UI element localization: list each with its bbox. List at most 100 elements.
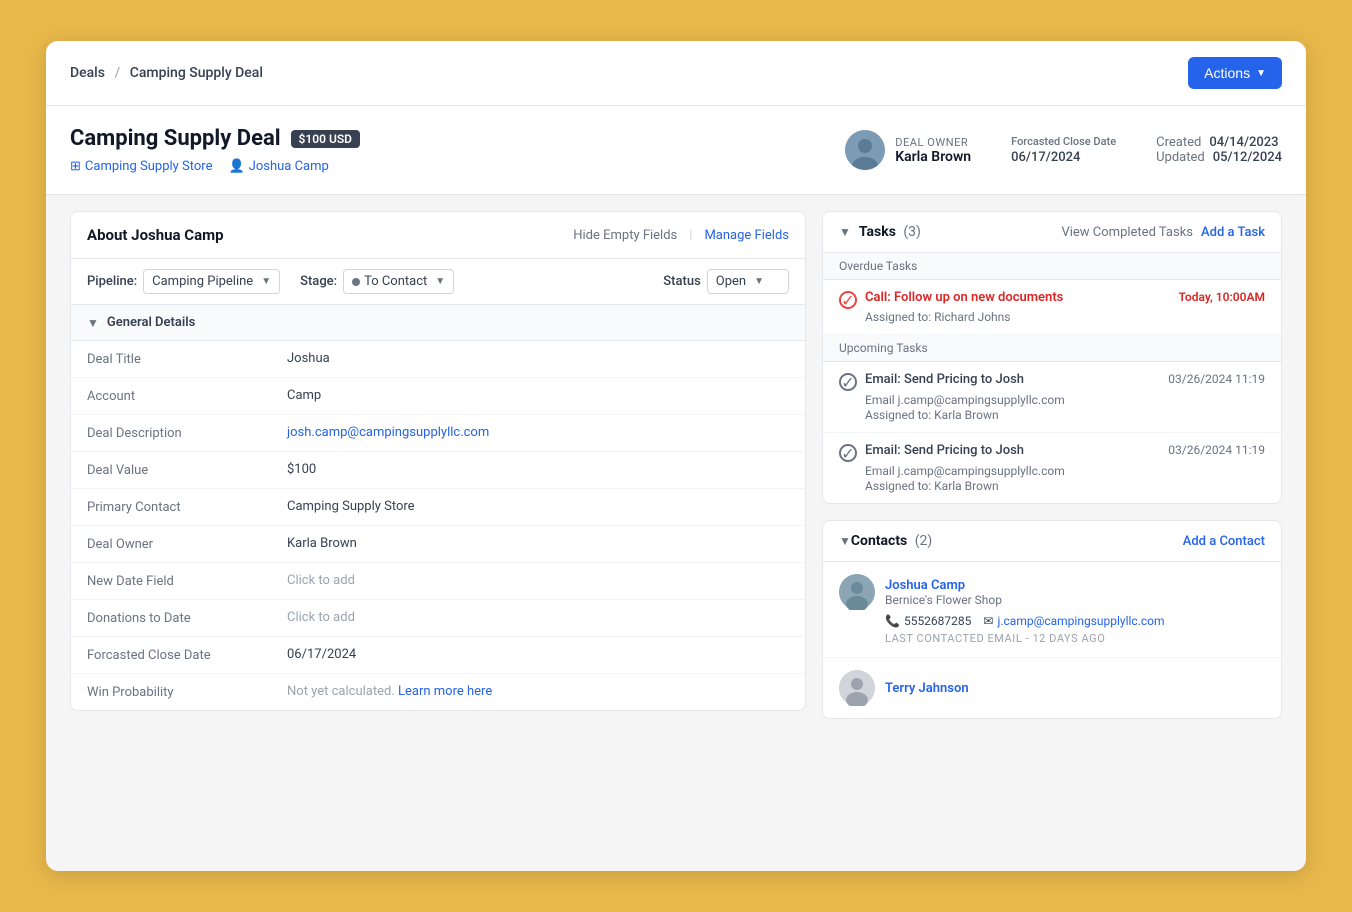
stage-section: Stage: To Contact ▼ [300,269,454,294]
field-row-deal-owner: Deal Owner Karla Brown [71,526,805,563]
owner-avatar [845,130,885,170]
contact-name-2[interactable]: Terry Jahnson [885,681,969,696]
pipeline-label: Pipeline: [87,274,137,289]
field-row-account: Account Camp [71,378,805,415]
deal-title-section: Camping Supply Deal $100 USD ⊞ Camping S… [70,126,360,174]
tasks-header: ▼ Tasks (3) View Completed Tasks Add a T… [823,212,1281,253]
field-row-primary-contact: Primary Contact Camping Supply Store [71,489,805,526]
phone-icon: 📞 [885,614,900,628]
task-check-upcoming-1-icon[interactable]: ✓ [839,373,857,391]
pipeline-section: Pipeline: Camping Pipeline ▼ [87,269,280,294]
contact-info-2: Terry Jahnson [885,681,969,696]
field-row-deal-description: Deal Description josh.camp@campingsupply… [71,415,805,452]
task-check-overdue-icon[interactable]: ✓ [839,291,857,309]
add-contact-link[interactable]: Add a Contact [1183,534,1265,549]
deal-owner-value: Karla Brown [287,536,789,551]
breadcrumb-current: Camping Supply Deal [130,65,263,81]
content-area: About Joshua Camp Hide Empty Fields | Ma… [46,195,1306,735]
contacts-collapse-icon[interactable]: ▼ [839,534,851,548]
win-probability-label: Win Probability [87,684,287,700]
contacts-title: Contacts (2) [851,533,1183,549]
actions-button[interactable]: Actions ▼ [1188,57,1282,89]
fields-container: Deal Title Joshua Account Camp Deal Desc… [71,341,805,710]
deal-value-label: Deal Value [87,462,287,478]
task-item-upcoming-1: ✓ Email: Send Pricing to Josh 03/26/2024… [823,362,1281,433]
account-value: Camp [287,388,789,403]
email-icon: ✉ [983,614,993,628]
breadcrumb: Deals / Camping Supply Deal [70,65,263,81]
forecasted-close-block: Forcasted Close Date 06/17/2024 [1011,135,1116,165]
task-assigned-overdue: Assigned to: Richard Johns [839,310,1265,324]
primary-contact-label: Primary Contact [87,499,287,515]
contact-link[interactable]: 👤 Joshua Camp [228,159,328,174]
manage-fields-link[interactable]: Manage Fields [704,228,789,243]
forecasted-close-date-value: 06/17/2024 [287,647,789,662]
view-completed-tasks-link[interactable]: View Completed Tasks [1061,225,1193,240]
donations-value[interactable]: Click to add [287,610,789,625]
task-item-upcoming-2: ✓ Email: Send Pricing to Josh 03/26/2024… [823,433,1281,503]
stage-select[interactable]: To Contact ▼ [343,269,454,294]
learn-more-link[interactable]: Learn more here [398,684,492,699]
updated-label: Updated [1156,150,1205,165]
general-details-section-header[interactable]: ▼ General Details [71,305,805,341]
contact-last-contacted-1: LAST CONTACTED EMAIL - 12 DAYS AGO [839,632,1265,645]
contact-avatar-1 [839,574,875,610]
task-assigned-upcoming-2: Assigned to: Karla Brown [839,479,1265,493]
task-sub-upcoming-1: Email j.camp@campingsupplyllc.com [839,393,1265,407]
add-task-link[interactable]: Add a Task [1201,225,1265,240]
status-select[interactable]: Open ▼ [707,269,789,294]
new-date-value[interactable]: Click to add [287,573,789,588]
deal-title-value: Joshua [287,351,789,366]
field-row-win-probability: Win Probability Not yet calculated. Lear… [71,674,805,710]
deal-description-label: Deal Description [87,425,287,441]
primary-contact-value: Camping Supply Store [287,499,789,514]
task-time-upcoming-1: 03/26/2024 11:19 [1168,372,1265,386]
left-panel-header: About Joshua Camp Hide Empty Fields | Ma… [71,212,805,259]
pipeline-dropdown-icon: ▼ [261,276,271,287]
created-updated-block: Created 04/14/2023 Updated 05/12/2024 [1156,135,1282,165]
deal-amount-badge: $100 USD [291,130,360,148]
upcoming-tasks-label: Upcoming Tasks [823,335,1281,362]
deal-links: ⊞ Camping Supply Store 👤 Joshua Camp [70,159,360,174]
contact-item-1: Joshua Camp Bernice's Flower Shop 📞 5552… [823,562,1281,658]
status-section: Status Open ▼ [663,269,789,294]
tasks-collapse-icon[interactable]: ▼ [839,225,851,239]
tasks-card: ▼ Tasks (3) View Completed Tasks Add a T… [822,211,1282,504]
owner-name: Karla Brown [895,149,971,165]
task-check-upcoming-2-icon[interactable]: ✓ [839,444,857,462]
win-probability-value: Not yet calculated. Learn more here [287,684,789,699]
account-label: Account [87,388,287,404]
person-icon: 👤 [228,159,244,174]
stage-label: Stage: [300,274,337,289]
hide-empty-fields-link[interactable]: Hide Empty Fields [573,228,677,243]
pipeline-select[interactable]: Camping Pipeline ▼ [143,269,280,294]
field-row-donations: Donations to Date Click to add [71,600,805,637]
contact-phone-1: 📞 5552687285 [885,614,971,628]
deal-owner-block: Deal Owner Karla Brown [845,130,971,170]
deal-title: Camping Supply Deal [70,126,281,151]
owner-label: Deal Owner [895,136,971,149]
contact-name-1[interactable]: Joshua Camp [885,578,1002,593]
general-details-chevron-icon: ▼ [87,316,99,330]
page-header: Deals / Camping Supply Deal Actions ▼ [46,41,1306,106]
forecasted-close-label: Forcasted Close Date [1011,135,1116,148]
store-link[interactable]: ⊞ Camping Supply Store [70,159,212,174]
task-item-overdue-1: ✓ Call: Follow up on new documents Today… [823,280,1281,335]
task-assigned-upcoming-1: Assigned to: Karla Brown [839,408,1265,422]
task-title-overdue: Call: Follow up on new documents [865,290,1063,305]
contacts-header: ▼ Contacts (2) Add a Contact [823,521,1281,562]
task-time-overdue: Today, 10:00AM [1178,290,1265,304]
deal-owner-label: Deal Owner [87,536,287,552]
stage-dot-icon [352,278,360,286]
forecasted-close-value: 06/17/2024 [1011,150,1116,165]
contact-info-1: Joshua Camp Bernice's Flower Shop [885,578,1002,607]
task-time-upcoming-2: 03/26/2024 11:19 [1168,443,1265,457]
actions-chevron-icon: ▼ [1256,68,1266,79]
contact-email-link-1[interactable]: j.camp@campingsupplyllc.com [997,614,1164,628]
deal-title-row: Camping Supply Deal $100 USD [70,126,360,151]
general-details-title: General Details [107,315,195,330]
panel-header-actions: Hide Empty Fields | Manage Fields [573,228,789,243]
deal-description-value[interactable]: josh.camp@campingsupplyllc.com [287,425,789,440]
forecasted-close-date-label: Forcasted Close Date [87,647,287,663]
breadcrumb-parent[interactable]: Deals [70,65,105,81]
